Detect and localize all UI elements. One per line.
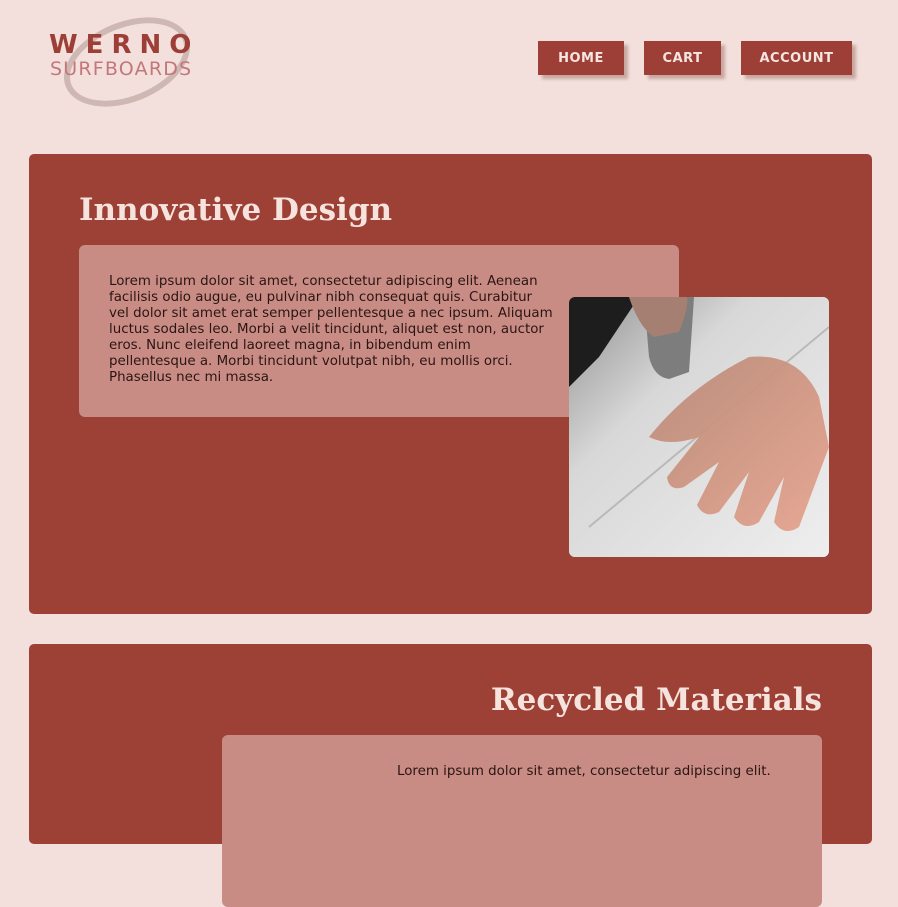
feature-card-recycled-materials: Recycled Materials Lorem ipsum dolor sit… (29, 644, 872, 907)
section-body: Lorem ipsum dolor sit amet, consectetur … (397, 764, 771, 779)
logo-subtitle: SURFBOARDS (50, 58, 193, 80)
logo-wordmark: WERNO (49, 30, 200, 60)
section-title: Innovative Design (79, 192, 393, 228)
site-header: WERNO SURFBOARDS HOME CART ACCOUNT (0, 0, 898, 124)
text-panel: Lorem ipsum dolor sit amet, consectetur … (222, 735, 822, 907)
feature-card-innovative-design: Innovative Design Lorem ipsum dolor sit … (29, 154, 872, 614)
surfboard-shaping-photo (569, 297, 829, 557)
photo-illustration (569, 297, 829, 557)
nav-account-button[interactable]: ACCOUNT (741, 41, 852, 75)
brand-logo[interactable]: WERNO SURFBOARDS (48, 0, 218, 124)
section-body: Lorem ipsum dolor sit amet, consectetur … (109, 274, 553, 385)
nav-home-button[interactable]: HOME (538, 41, 624, 75)
nav-cart-button[interactable]: CART (644, 41, 721, 75)
section-title: Recycled Materials (490, 682, 822, 718)
